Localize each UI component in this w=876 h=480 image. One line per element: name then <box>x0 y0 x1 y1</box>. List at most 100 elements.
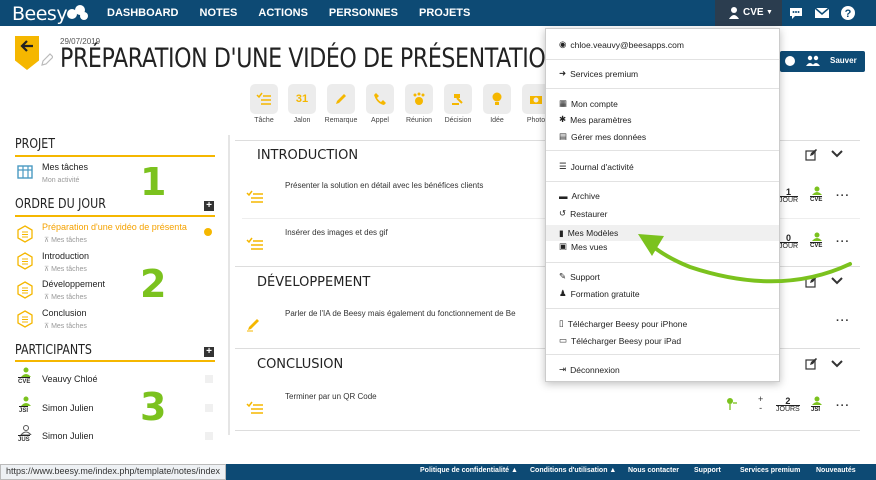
participant-checkbox[interactable] <box>205 432 213 440</box>
tasks-board-icon <box>17 165 33 179</box>
menu-restaurer[interactable]: ↺ Restaurer <box>559 208 607 219</box>
nav-projets[interactable]: PROJETS <box>419 0 470 26</box>
participant-avatar-icon <box>20 425 32 435</box>
menu-download-iphone[interactable]: ▯ Télécharger Beesy pour iPhone <box>559 318 687 329</box>
phone-icon <box>374 93 386 105</box>
menu-archive[interactable]: ▬ Archive <box>559 191 600 201</box>
section-title-introduction[interactable]: INTRODUCTION <box>257 148 358 163</box>
task-text[interactable]: Présenter la solution en détail avec les… <box>285 181 483 190</box>
sidebar-agenda-item-0[interactable]: Préparation d'une vidéo de présenta <box>42 222 207 232</box>
duration-stepper[interactable]: + - <box>758 395 763 413</box>
save-button[interactable]: Sauver <box>830 56 857 65</box>
tool-remarque[interactable]: Remarque <box>325 84 357 124</box>
tool-reunion[interactable]: Réunion <box>404 84 434 124</box>
participant-name-2[interactable]: Simon Julien <box>42 431 94 441</box>
footer-link-news[interactable]: Nouveautés <box>816 467 856 474</box>
tool-decision[interactable]: Décision <box>443 84 473 124</box>
section-title-developpement[interactable]: DÉVELOPPEMENT <box>257 275 370 290</box>
user-icon <box>729 7 739 19</box>
users-icon[interactable] <box>806 55 820 67</box>
menu-gerer-donnees[interactable]: ▤ Gérer mes données <box>559 131 646 142</box>
participant-name-0[interactable]: Veauvy Chloé <box>42 374 98 384</box>
clipboard-icon: ▮ <box>559 227 564 238</box>
nav-dashboard[interactable]: DASHBOARD <box>107 0 179 26</box>
participant-initials-2: JUS <box>18 435 30 443</box>
menu-email: ◉ chloe.veauvy@beesapps.com <box>559 39 684 50</box>
sidebar-item-mes-taches[interactable]: Mes tâches <box>42 162 88 172</box>
task-more-button[interactable]: ··· <box>836 315 850 327</box>
menu-deconnexion[interactable]: ⇥ Déconnexion <box>559 364 620 375</box>
footer-link-terms[interactable]: Conditions d'utilisation ▲ <box>530 467 616 474</box>
edit-section-icon[interactable] <box>805 148 818 161</box>
bee-icon[interactable] <box>784 55 796 67</box>
menu-mes-parametres[interactable]: ✱ Mes paramètres <box>559 114 632 125</box>
task-list-icon <box>246 237 263 250</box>
page-title[interactable]: PRÉPARATION D'UNE VIDÉO DE PRÉSENTATION <box>60 43 562 74</box>
user-menu-button[interactable]: CVE ▼ <box>715 0 782 26</box>
edit-pencil-icon[interactable] <box>39 52 53 68</box>
chevron-down-icon[interactable] <box>831 150 843 159</box>
beesy-logo[interactable]: Beesy <box>12 3 68 25</box>
step-number-1: 1 <box>140 160 167 204</box>
pencil-icon <box>247 319 259 332</box>
nav-notes[interactable]: NOTES <box>200 0 238 26</box>
task-duration[interactable]: 2 JOURS <box>776 396 800 413</box>
task-owner: JSI <box>811 406 821 413</box>
chat-icon[interactable] <box>788 5 804 21</box>
footer-link-privacy[interactable]: Politique de confidentialité ▲ <box>420 467 518 474</box>
tool-appel[interactable]: Appel <box>365 84 395 124</box>
menu-mon-compte[interactable]: ▦ Mon compte <box>559 98 618 109</box>
menu-formation-gratuite[interactable]: ♟ Formation gratuite <box>559 288 640 299</box>
step-number-2: 2 <box>140 262 167 306</box>
participant-avatar-icon <box>21 396 31 406</box>
nav-personnes[interactable]: PERSONNES <box>329 0 398 26</box>
footer-link-contact[interactable]: Nous contacter <box>628 467 679 474</box>
projet-heading: PROJET <box>15 137 56 152</box>
status-pin-icon[interactable] <box>725 397 737 411</box>
owner-avatar-icon <box>812 396 822 405</box>
add-participant-button[interactable]: + <box>204 347 214 357</box>
tool-tache[interactable]: Tâche <box>249 84 279 124</box>
group-icon: ♟ <box>559 288 567 298</box>
section-title-conclusion[interactable]: CONCLUSION <box>257 357 343 372</box>
participant-name-1[interactable]: Simon Julien <box>42 403 94 413</box>
task-more-button[interactable]: ··· <box>836 190 850 202</box>
chevron-down-icon[interactable] <box>831 360 843 369</box>
task-text[interactable]: Terminer par un QR Code <box>285 392 377 401</box>
account-card-icon: ▦ <box>559 98 568 108</box>
menu-mes-vues[interactable]: ▣ Mes vues <box>559 241 607 252</box>
menu-journal-activite[interactable]: ☰ Journal d'activité <box>559 161 634 172</box>
user-circle-icon: ◉ <box>559 39 567 49</box>
tool-idee[interactable]: Idée <box>482 84 512 124</box>
task-text[interactable]: Insérer des images et des gif <box>285 228 388 237</box>
sidebar-agenda-sub-3: ⊼ Mes tâches <box>44 323 87 330</box>
participant-checkbox[interactable] <box>205 404 213 412</box>
mail-icon[interactable] <box>814 5 830 21</box>
tool-jalon[interactable]: 31 Jalon <box>287 84 317 124</box>
participant-avatar-icon <box>21 367 31 377</box>
task-more-button[interactable]: ··· <box>836 400 850 412</box>
participant-checkbox[interactable] <box>205 375 213 383</box>
lightbulb-icon <box>492 92 502 105</box>
svg-text:?: ? <box>845 8 852 20</box>
add-agenda-button[interactable]: + <box>204 201 214 211</box>
nav-actions[interactable]: ACTIONS <box>258 0 308 26</box>
task-text[interactable]: Parler de l'IA de Beesy mais également d… <box>285 309 516 318</box>
sidebar-agenda-item-1[interactable]: Introduction <box>42 251 89 261</box>
edit-section-icon[interactable] <box>805 357 818 370</box>
agenda-item-icon <box>17 225 33 243</box>
sidebar-agenda-item-3[interactable]: Conclusion <box>42 308 87 318</box>
task-duration[interactable]: 1 JOUR <box>779 187 799 204</box>
user-dropdown-menu: ◉ chloe.veauvy@beesapps.com ➜ Services pre… <box>545 28 780 382</box>
tablet-icon: ▭ <box>559 335 568 345</box>
footer-link-premium[interactable]: Services premium <box>740 467 800 474</box>
sidebar-agenda-item-2[interactable]: Développement <box>42 279 105 289</box>
menu-support[interactable]: ✎ Support <box>559 271 600 282</box>
menu-download-ipad[interactable]: ▭ Télécharger Beesy pour iPad <box>559 335 681 346</box>
participant-initials-0: CVE <box>18 377 31 385</box>
footer-link-support[interactable]: Support <box>694 467 721 474</box>
help-icon[interactable]: ? <box>840 5 856 21</box>
menu-services-premium[interactable]: ➜ Services premium <box>559 68 638 79</box>
list-icon: ☰ <box>559 161 567 171</box>
data-icon: ▤ <box>559 131 568 141</box>
